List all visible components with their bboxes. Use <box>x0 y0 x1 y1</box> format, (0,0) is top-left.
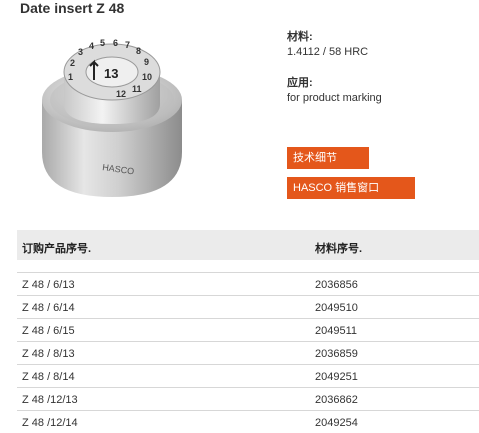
dial-number: 5 <box>100 38 105 48</box>
dial-number: 12 <box>116 89 126 99</box>
material-value: 1.4112 / 58 HRC <box>287 46 369 58</box>
dial-number: 9 <box>144 57 149 67</box>
order-number-cell: Z 48 / 6/15 <box>22 325 75 337</box>
material-number-cell: 2049510 <box>315 302 358 314</box>
material-number-cell: 2036862 <box>315 394 358 406</box>
tech-details-button[interactable]: 技术细节 <box>287 147 369 169</box>
dial-number: 10 <box>142 72 152 82</box>
table-row: Z 48 / 8/13 2036859 <box>17 341 479 364</box>
dial-number: 11 <box>132 84 142 94</box>
column-header-order-number: 订购产品序号. <box>22 243 92 255</box>
order-table: Z 48 / 6/13 2036856 Z 48 / 6/14 2049510 … <box>17 272 479 433</box>
dial-number: 7 <box>125 40 130 50</box>
order-number-cell: Z 48 / 8/14 <box>22 371 75 383</box>
dial-number: 1 <box>68 72 73 82</box>
material-number-cell: 2036856 <box>315 279 358 291</box>
dial-number: 2 <box>70 58 75 68</box>
material-number-cell: 2049251 <box>315 371 358 383</box>
product-title: Date insert Z 48 <box>20 0 125 16</box>
table-row: Z 48 / 6/15 2049511 <box>17 318 479 341</box>
dial-number: 6 <box>113 38 118 48</box>
order-number-cell: Z 48 / 6/14 <box>22 302 75 314</box>
application-label: 应用: <box>287 77 313 89</box>
dial-number: 8 <box>136 46 141 56</box>
material-spec: 材料: 1.4112 / 58 HRC <box>287 28 368 58</box>
center-digit: 13 <box>104 66 118 81</box>
table-row: Z 48 / 6/13 2036856 <box>17 272 479 295</box>
table-row: Z 48 / 8/14 2049251 <box>17 364 479 387</box>
table-header: 订购产品序号. 材料序号. <box>17 230 479 260</box>
date-insert-image: 13 1 2 3 4 5 6 7 8 9 10 11 12 HASCO <box>42 38 182 197</box>
order-number-cell: Z 48 /12/13 <box>22 394 78 406</box>
table-row: Z 48 /12/13 2036862 <box>17 387 479 410</box>
order-number-cell: Z 48 / 6/13 <box>22 279 75 291</box>
application-spec: 应用: for product marking <box>287 74 382 104</box>
dial-number: 3 <box>78 47 83 57</box>
material-number-cell: 2049254 <box>315 417 358 429</box>
dial-number: 4 <box>89 41 94 51</box>
order-number-cell: Z 48 / 8/13 <box>22 348 75 360</box>
order-number-cell: Z 48 /12/14 <box>22 417 78 429</box>
application-value: for product marking <box>287 92 382 104</box>
table-row: Z 48 / 6/14 2049510 <box>17 295 479 318</box>
hasco-sales-button[interactable]: HASCO 销售窗口 <box>287 177 415 199</box>
material-label: 材料: <box>287 31 313 43</box>
material-number-cell: 2036859 <box>315 348 358 360</box>
column-header-material-number: 材料序号. <box>315 243 363 255</box>
material-number-cell: 2049511 <box>315 325 358 337</box>
